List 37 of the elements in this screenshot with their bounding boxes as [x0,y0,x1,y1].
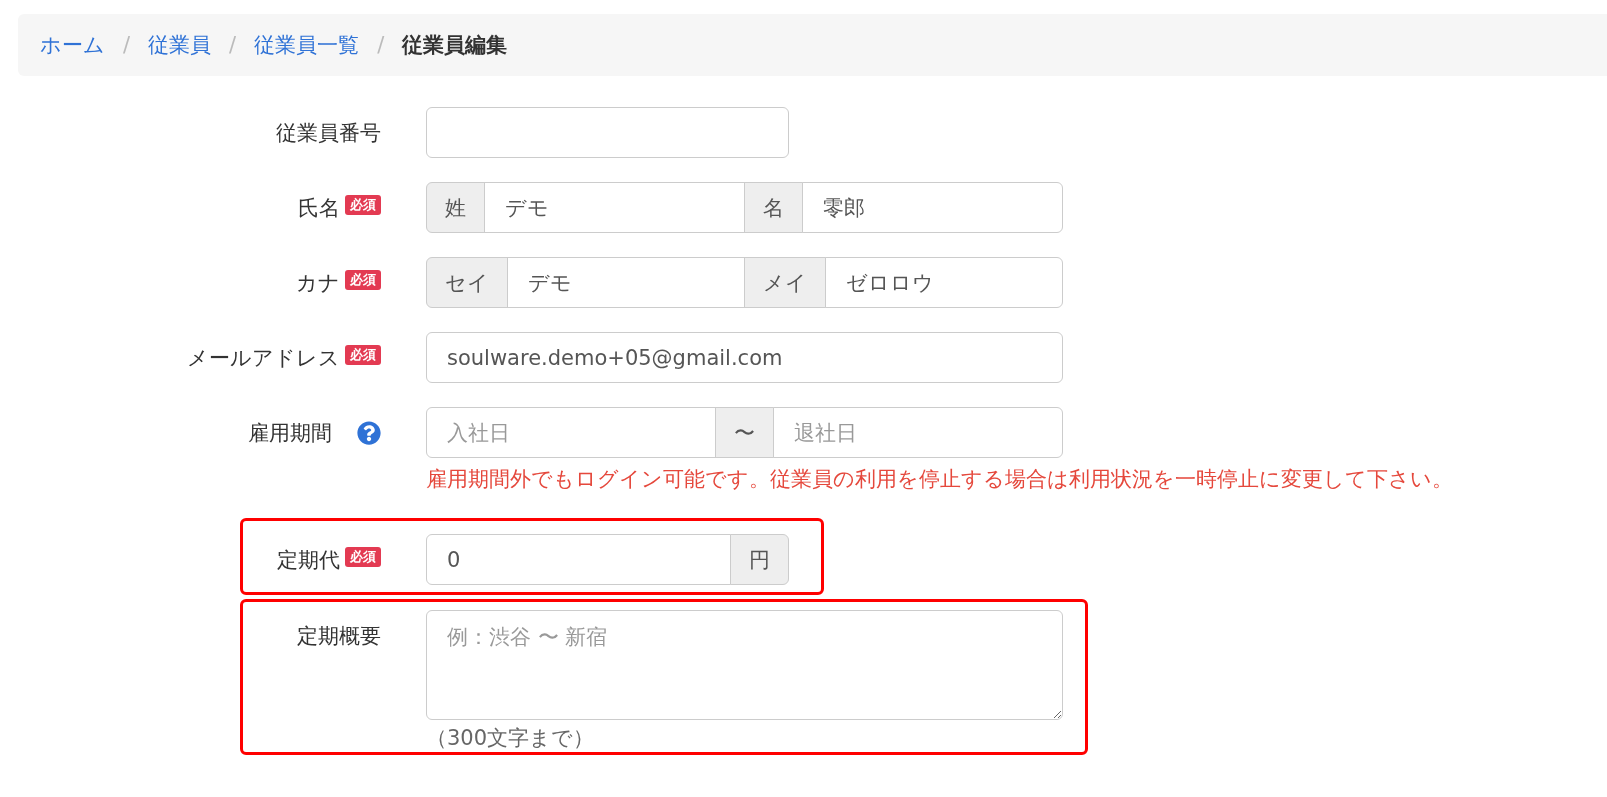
input-addon: セイ [426,257,508,308]
warning-note: 雇用期間外でもログイン可能です。従業員の利用を停止する場合は利用状況を一時停止に変更して下さい。 [426,466,1453,493]
help-icon[interactable] [357,420,381,445]
input-addon: 〜 [715,407,774,458]
char-limit-note: （300文字まで） [426,725,595,752]
required-badge: 必須 [345,270,381,290]
breadcrumb-link[interactable]: 従業員一覧 [254,31,360,59]
breadcrumb-link[interactable]: ホーム [40,31,105,59]
breadcrumb-current: 従業員編集 [402,32,508,59]
field-label: カナ [296,269,340,297]
unit-addon: 円 [730,534,789,585]
input-addon: 名 [743,182,803,233]
breadcrumb-separator: / [123,33,131,57]
required-badge: 必須 [345,345,381,365]
input-field[interactable]: デモ [507,257,745,308]
required-badge: 必須 [345,547,381,567]
breadcrumb-link[interactable]: 従業員 [148,31,212,59]
breadcrumb-separator: / [229,33,237,57]
input-field[interactable]: 0 [426,534,731,585]
input-addon: メイ [743,257,826,308]
input-addon: 姓 [426,182,485,233]
textarea-field[interactable]: 例：渋谷 〜 新宿 [426,610,1063,720]
field-label: メールアドレス [187,344,340,372]
breadcrumb-separator: / [377,33,385,57]
input-field[interactable]: ゼロロウ [824,257,1063,308]
input-field[interactable]: 零郎 [801,182,1063,233]
date-field[interactable]: 退社日 [773,407,1063,458]
date-field[interactable]: 入社日 [426,407,716,458]
input-field[interactable]: デモ [484,182,745,233]
field-label: 従業員番号 [276,119,381,147]
input-field[interactable] [426,107,789,158]
field-label: 氏名 [298,194,340,222]
required-badge: 必須 [345,195,381,215]
field-label: 雇用期間 [248,419,332,447]
field-label: 定期代 [277,546,340,574]
input-field[interactable]: soulware.demo+05@gmail.com [426,332,1063,383]
field-label: 定期概要 [297,622,381,650]
